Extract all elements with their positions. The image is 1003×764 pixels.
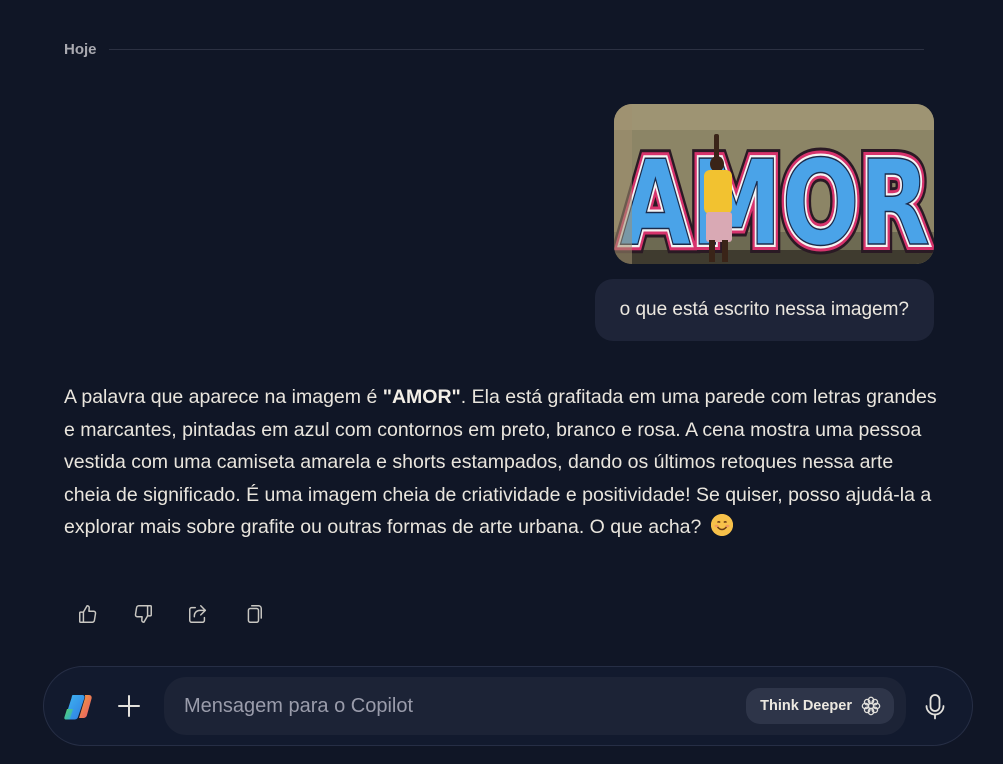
- divider-line: [108, 49, 924, 50]
- graffiti-image: AMOR AMOR AMOR AMOR: [614, 104, 934, 264]
- message-actions: [72, 598, 269, 630]
- microphone-button[interactable]: [918, 689, 952, 725]
- think-deeper-label: Think Deeper: [760, 698, 852, 714]
- thumbs-up-icon[interactable]: [72, 598, 104, 630]
- user-uploaded-image[interactable]: AMOR AMOR AMOR AMOR: [614, 104, 934, 264]
- share-icon[interactable]: [182, 598, 214, 630]
- thumbs-down-icon[interactable]: [127, 598, 159, 630]
- assistant-message: A palavra que aparece na imagem é "AMOR"…: [64, 381, 944, 544]
- plus-icon: [118, 695, 140, 717]
- copilot-logo-icon[interactable]: [64, 693, 94, 721]
- message-input[interactable]: [184, 677, 724, 735]
- svg-text:AMOR: AMOR: [620, 134, 930, 264]
- user-message-text: o que está escrito nessa imagem?: [619, 299, 909, 320]
- assistant-text-part1: A palavra que aparece na imagem é: [64, 386, 383, 408]
- message-input-wrapper: Think Deeper: [164, 677, 906, 735]
- chat-app: Hoje AMOR AMOR AMOR AMOR o que está escr…: [0, 0, 1003, 764]
- assistant-text-part2: . Ela está grafitada em uma parede com l…: [64, 386, 937, 539]
- think-deeper-icon: [861, 696, 881, 716]
- day-divider: Hoje: [64, 41, 924, 58]
- user-message-bubble: o que está escrito nessa imagem?: [594, 279, 934, 341]
- microphone-icon: [925, 694, 945, 720]
- assistant-text-bold: "AMOR": [382, 386, 461, 408]
- day-label: Hoje: [64, 41, 97, 58]
- message-composer: Think Deeper: [43, 666, 973, 746]
- add-attachment-button[interactable]: [112, 689, 146, 723]
- smiling-face-emoji-icon: [710, 514, 733, 537]
- copy-icon[interactable]: [237, 598, 269, 630]
- think-deeper-button[interactable]: Think Deeper: [746, 688, 894, 724]
